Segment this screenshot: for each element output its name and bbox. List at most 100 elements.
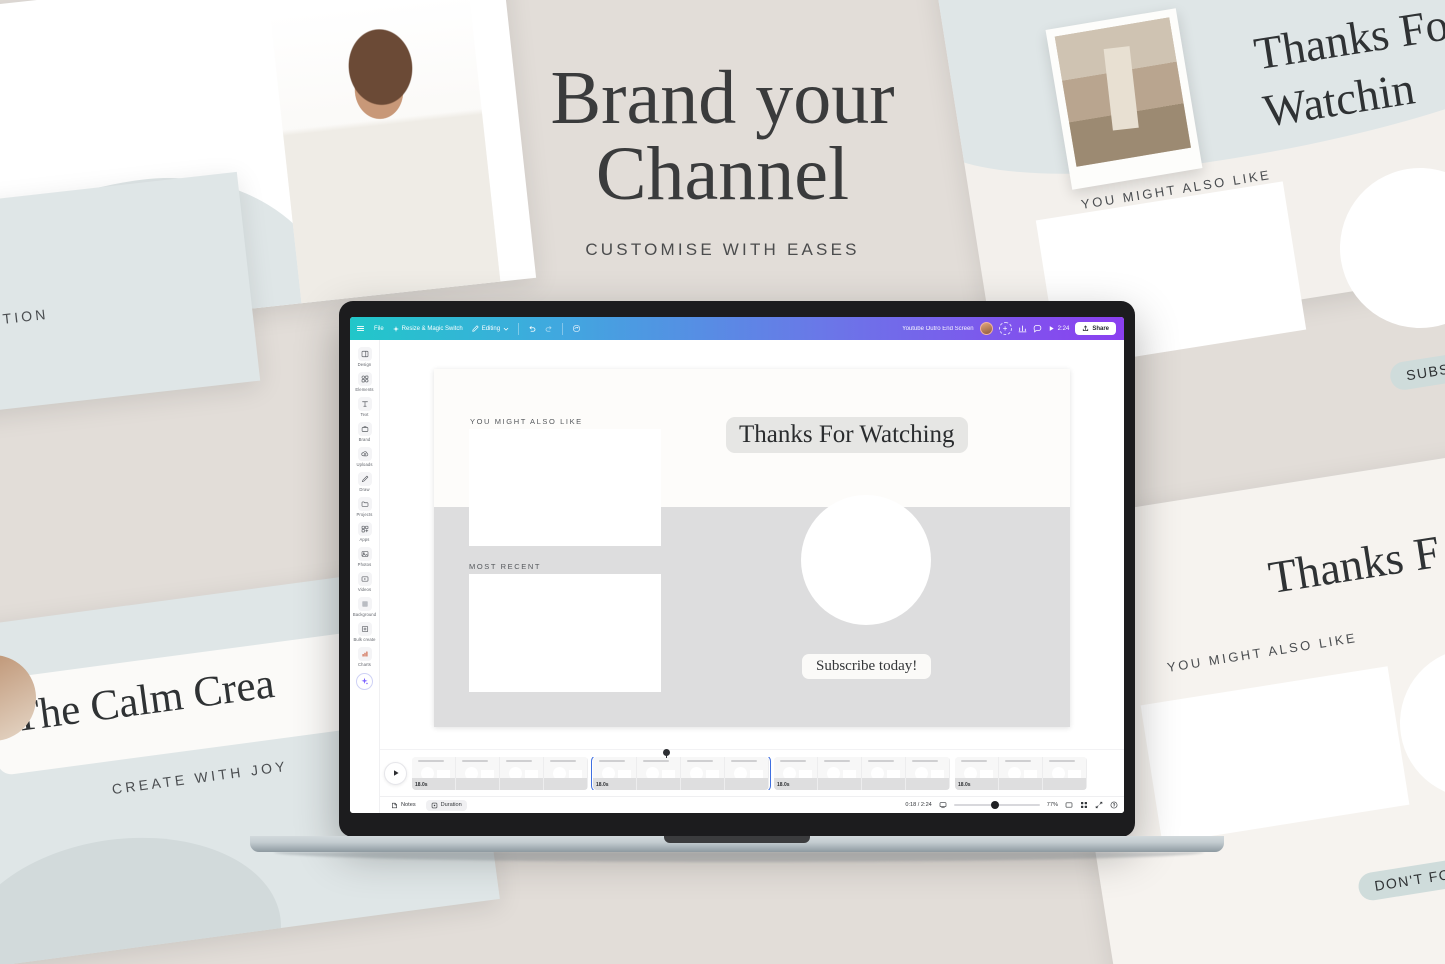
sidebar-item-uploads[interactable]: Uploads (350, 444, 380, 469)
sidebar-item-label: Charts (358, 662, 371, 667)
fit-screen-icon[interactable] (1065, 801, 1073, 809)
slide-label-you-might-also-like[interactable]: YOU MIGHT ALSO LIKE (470, 417, 583, 426)
sidebar-item-background[interactable]: Background (350, 594, 380, 619)
poster-card-left-subtitle: WITH JOY AND INTENTION (0, 305, 50, 349)
clip-frame (999, 756, 1043, 790)
clip-frame (500, 756, 544, 790)
charts-icon (357, 647, 372, 661)
share-icon (1082, 325, 1089, 332)
zoom-slider[interactable] (953, 801, 1040, 809)
brand-icon (357, 422, 372, 436)
help-icon[interactable] (1110, 801, 1118, 809)
zoom-slider-knob[interactable] (991, 801, 1000, 809)
timeline-clip-selected[interactable]: 18.0s (591, 756, 771, 790)
woman-photo (270, 0, 501, 304)
sidebar-item-label: Elements (355, 387, 374, 392)
present-button[interactable]: 2:24 (1048, 325, 1070, 332)
sidebar-item-brand[interactable]: Brand (350, 419, 380, 444)
slide-heading-thanks[interactable]: Thanks For Watching (726, 416, 968, 453)
magic-studio-icon[interactable] (356, 673, 373, 690)
sidebar-item-bulk-create[interactable]: Bulk create (350, 619, 380, 644)
videos-icon (357, 572, 372, 586)
video-placeholder-1[interactable] (469, 428, 661, 546)
app-body: Design Elements Text Brand Uploads Draw … (350, 340, 1124, 813)
cloud-sync-icon[interactable] (572, 324, 581, 333)
clip-frame (637, 756, 681, 790)
sidebar-item-photos[interactable]: Photos (350, 544, 380, 569)
clip-frame (818, 756, 862, 790)
chevron-down-icon (503, 326, 509, 332)
editing-mode-dropdown[interactable]: Editing (472, 325, 509, 332)
clip-frame (1043, 756, 1087, 790)
sidebar-item-design[interactable]: Design (350, 344, 380, 369)
video-placeholder-2[interactable] (469, 573, 661, 692)
clip-duration: 18.0s (415, 781, 428, 788)
add-collaborator-button[interactable]: + (998, 322, 1012, 335)
clip-frame (544, 756, 588, 790)
duration-label: Duration (440, 802, 462, 808)
timeline-clip[interactable]: 18.0s (955, 756, 1087, 790)
notes-button[interactable]: Notes (386, 800, 421, 811)
timeline-clip[interactable]: 18.0s (774, 756, 950, 790)
grid-view-icon[interactable] (1080, 801, 1088, 809)
file-menu[interactable]: File (374, 326, 384, 332)
toolbar-divider (562, 322, 564, 335)
clip-duration: 18.0s (777, 781, 790, 788)
hamburger-icon[interactable] (356, 324, 365, 333)
poster-top-right-badge: SUBS (1388, 352, 1445, 392)
sidebar-item-label: Uploads (356, 462, 373, 467)
polaroid-photo (1045, 8, 1203, 190)
sidebar-item-elements[interactable]: Elements (350, 369, 380, 394)
sparkle-icon (392, 325, 399, 332)
timeline-playhead[interactable] (663, 749, 670, 758)
clip-duration: 18.0s (596, 781, 609, 788)
sidebar-item-projects[interactable]: Projects (350, 494, 380, 519)
sidebar-item-charts[interactable]: Charts (350, 644, 380, 669)
sidebar-item-draw[interactable]: Draw (350, 469, 380, 494)
status-bar-right: 0:18 / 2:24 77% (905, 801, 1118, 809)
pencil-icon (472, 325, 479, 332)
insights-icon[interactable] (1018, 324, 1027, 333)
topbar-right-group: Youtube Outro End Screen + 2:24 Share (902, 322, 1118, 335)
sidebar-item-label: Apps (359, 537, 370, 542)
timeline-clip[interactable]: 18.0s (412, 756, 588, 790)
clip-frame (681, 756, 725, 790)
uploads-icon (357, 447, 372, 461)
sidebar-item-label: Background (352, 612, 377, 617)
duration-icon (431, 802, 438, 809)
sidebar-item-label: Projects (356, 512, 373, 517)
slide-label-most-recent[interactable]: MOST RECENT (469, 562, 541, 571)
left-sidebar: Design Elements Text Brand Uploads Draw … (350, 340, 380, 813)
design-slide[interactable]: YOU MIGHT ALSO LIKE MOST RECENT Thanks F… (434, 368, 1070, 727)
clip-frame (906, 756, 950, 790)
resize-magic-switch-button[interactable]: Resize & Magic Switch (392, 325, 463, 332)
elements-icon (357, 372, 372, 386)
user-avatar[interactable] (979, 322, 993, 335)
play-icon[interactable] (384, 761, 407, 785)
present-duration: 2:24 (1057, 325, 1070, 332)
zoom-percent[interactable]: 77% (1047, 802, 1058, 808)
sidebar-item-label: Draw (359, 487, 370, 492)
undo-icon[interactable] (528, 325, 536, 333)
timeline: 18.0s 18.0s 18.0s 18.0s (380, 749, 1124, 796)
canvas-viewport[interactable]: YOU MIGHT ALSO LIKE MOST RECENT Thanks F… (380, 340, 1124, 749)
sidebar-item-apps[interactable]: Apps (350, 519, 380, 544)
fullscreen-icon[interactable] (1095, 801, 1103, 809)
timeline-clips[interactable]: 18.0s 18.0s 18.0s 18.0s (412, 756, 1120, 790)
comment-icon[interactable] (1033, 324, 1042, 333)
bulk-create-icon (357, 622, 372, 636)
sidebar-item-videos[interactable]: Videos (350, 569, 380, 594)
duration-button[interactable]: Duration (425, 799, 467, 811)
share-button[interactable]: Share (1075, 322, 1116, 335)
redo-icon[interactable] (545, 325, 553, 333)
slide-cta-subscribe[interactable]: Subscribe today! (802, 653, 932, 679)
app-topbar: File Resize & Magic Switch Editing Youtu… (350, 317, 1124, 340)
timer-icon[interactable] (939, 801, 947, 809)
subscribe-circle-placeholder[interactable] (801, 494, 931, 625)
photos-icon (357, 547, 372, 561)
document-title[interactable]: Youtube Outro End Screen (902, 326, 974, 332)
design-icon (357, 347, 372, 361)
sidebar-item-text[interactable]: Text (350, 394, 380, 419)
clip-frame (725, 756, 769, 790)
share-label: Share (1092, 325, 1109, 332)
